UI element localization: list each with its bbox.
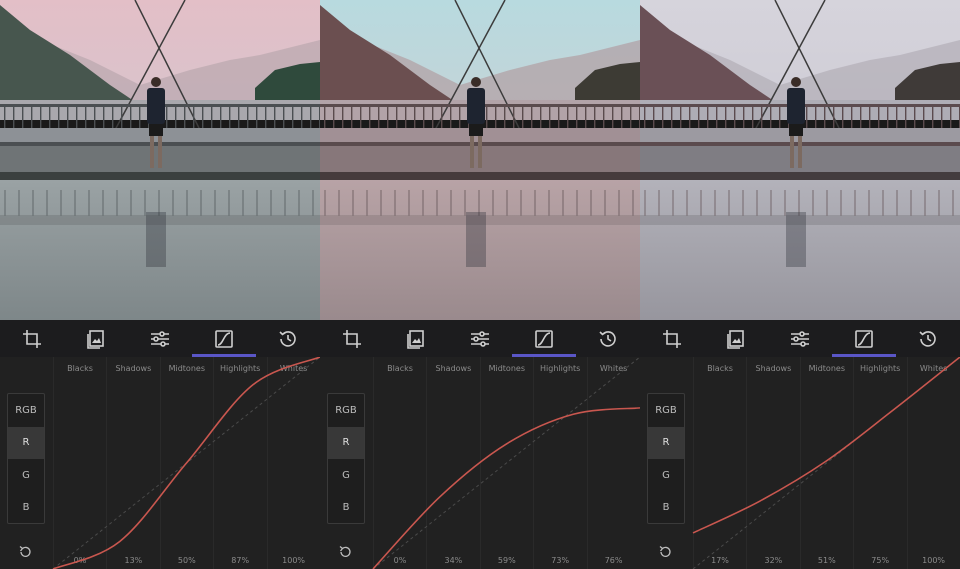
tool-button-adjust-sliders[interactable] xyxy=(768,320,832,357)
tool-button-presets[interactable] xyxy=(64,320,128,357)
channel-button-r[interactable]: R xyxy=(648,426,684,459)
tool-button-crop[interactable] xyxy=(640,320,704,357)
channel-button-g[interactable]: G xyxy=(648,459,684,491)
reset-curve-button[interactable] xyxy=(18,544,34,560)
crop-icon xyxy=(21,328,43,350)
tool-button-adjust-sliders[interactable] xyxy=(448,320,512,357)
channel-selector: RGB R G B xyxy=(7,393,45,524)
tool-button-curves[interactable] xyxy=(192,320,256,357)
curves-icon xyxy=(533,328,555,350)
channel-button-g[interactable]: G xyxy=(328,459,364,491)
comparison-panel-3: Blacks Shadows Midtones Highlights Whites 17%… xyxy=(640,0,960,569)
presets-icon xyxy=(85,328,107,350)
channel-button-rgb[interactable]: RGB xyxy=(648,394,684,426)
channel-selector: RGB R G B xyxy=(327,393,365,524)
presets-icon xyxy=(725,328,747,350)
comparison-panel-1: Blacks Shadows Midtones Highlights Whites 0% 1… xyxy=(0,0,320,569)
adjust-sliders-icon xyxy=(789,328,811,350)
reset-curve-button[interactable] xyxy=(658,544,674,560)
history-icon xyxy=(277,328,299,350)
crop-icon xyxy=(341,328,363,350)
red-channel-curve[interactable] xyxy=(692,357,960,534)
channel-selector: RGB R G B xyxy=(647,393,685,524)
tool-button-crop[interactable] xyxy=(320,320,384,357)
channel-button-rgb[interactable]: RGB xyxy=(8,394,44,426)
history-icon xyxy=(597,328,619,350)
channel-button-b[interactable]: B xyxy=(328,492,364,524)
tool-button-presets[interactable] xyxy=(704,320,768,357)
red-channel-curve[interactable] xyxy=(372,407,640,569)
tool-button-history[interactable] xyxy=(576,320,640,357)
tool-button-curves[interactable] xyxy=(512,320,576,357)
tool-button-crop[interactable] xyxy=(0,320,64,357)
crop-icon xyxy=(661,328,683,350)
tone-curve-graph[interactable] xyxy=(320,357,640,569)
curves-editor[interactable]: Blacks Shadows Midtones Highlights Whites 0% 3… xyxy=(320,357,640,569)
comparison-panel-2: Blacks Shadows Midtones Highlights Whites 0% 3… xyxy=(320,0,640,569)
reset-curve-button[interactable] xyxy=(338,544,354,560)
tool-button-history[interactable] xyxy=(896,320,960,357)
photo-preview xyxy=(320,0,640,320)
channel-button-rgb[interactable]: RGB xyxy=(328,394,364,426)
identity-diagonal xyxy=(372,357,640,569)
photo-preview xyxy=(0,0,320,320)
curves-icon xyxy=(853,328,875,350)
tone-curve-graph[interactable] xyxy=(0,357,320,569)
tool-bar xyxy=(320,320,640,357)
presets-icon xyxy=(405,328,427,350)
tool-button-adjust-sliders[interactable] xyxy=(128,320,192,357)
channel-button-g[interactable]: G xyxy=(8,459,44,491)
tool-bar xyxy=(0,320,320,357)
tone-curve-graph[interactable] xyxy=(640,357,960,569)
channel-button-r[interactable]: R xyxy=(8,426,44,459)
channel-button-b[interactable]: B xyxy=(8,492,44,524)
tool-button-history[interactable] xyxy=(256,320,320,357)
photo-preview xyxy=(640,0,960,320)
reset-icon xyxy=(658,544,672,563)
reset-icon xyxy=(338,544,352,563)
adjust-sliders-icon xyxy=(149,328,171,350)
channel-button-b[interactable]: B xyxy=(648,492,684,524)
curves-editor[interactable]: Blacks Shadows Midtones Highlights Whites 0% 1… xyxy=(0,357,320,569)
curves-icon xyxy=(213,328,235,350)
history-icon xyxy=(917,328,939,350)
tool-button-curves[interactable] xyxy=(832,320,896,357)
reset-icon xyxy=(18,544,32,563)
tool-button-presets[interactable] xyxy=(384,320,448,357)
channel-button-r[interactable]: R xyxy=(328,426,364,459)
tool-bar xyxy=(640,320,960,357)
adjust-sliders-icon xyxy=(469,328,491,350)
curves-editor[interactable]: Blacks Shadows Midtones Highlights Whites 17%… xyxy=(640,357,960,569)
